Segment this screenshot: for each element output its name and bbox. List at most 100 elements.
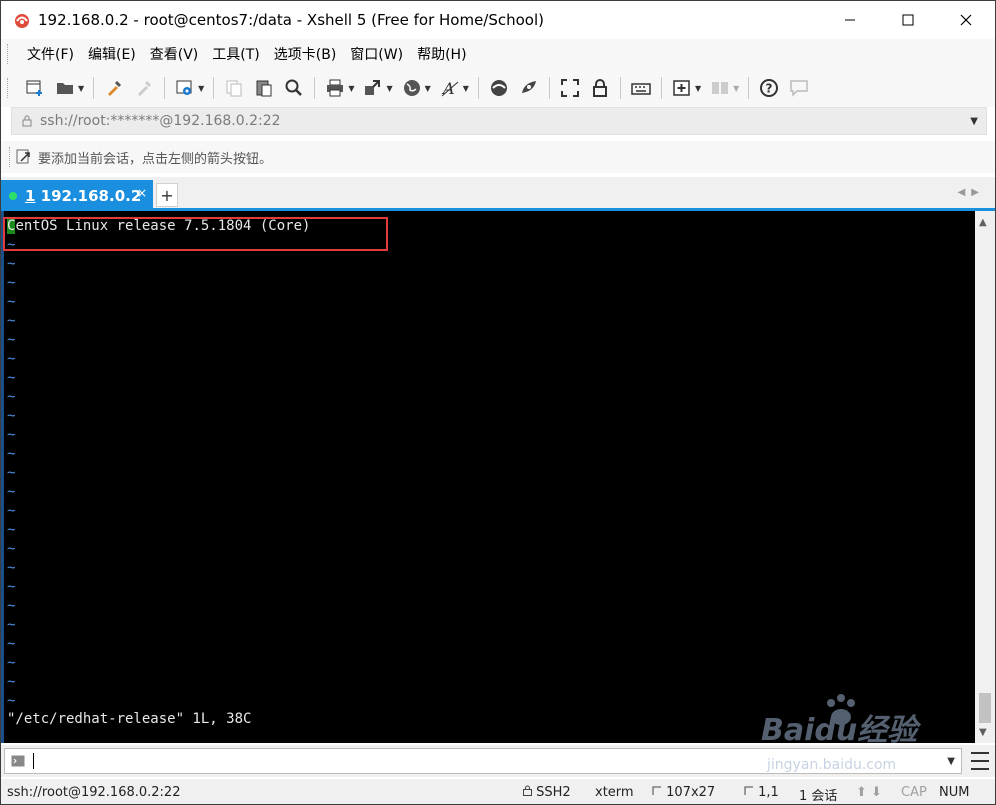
- xshell-window: 192.168.0.2 - root@centos7:/data - Xshel…: [0, 0, 996, 805]
- address-dropdown-icon[interactable]: ▼: [970, 116, 978, 127]
- status-term: xterm: [595, 785, 634, 800]
- font-dropdown-icon[interactable]: ▼: [463, 84, 469, 93]
- tab-label: 1 192.168.0.2: [25, 186, 142, 205]
- compose-caret: [33, 753, 34, 769]
- window-title: 192.168.0.2 - root@centos7:/data - Xshel…: [38, 11, 545, 29]
- tab-session-1[interactable]: 1 192.168.0.2 ×: [1, 180, 153, 211]
- maximize-button[interactable]: [879, 1, 937, 39]
- empty-line-tilde: ~: [7, 313, 16, 329]
- empty-line-tilde: ~: [7, 275, 16, 291]
- new-session-icon[interactable]: [22, 75, 48, 101]
- layout-icon[interactable]: [707, 75, 733, 101]
- close-button[interactable]: [937, 1, 995, 39]
- empty-line-tilde: ~: [7, 541, 16, 557]
- font-icon[interactable]: A: [437, 75, 463, 101]
- properties-icon[interactable]: [172, 75, 198, 101]
- compose-dropdown-icon[interactable]: ▼: [695, 84, 701, 93]
- address-bar[interactable]: ssh://root:*******@192.168.0.2:22 ▼: [11, 107, 987, 135]
- hint-bar: 要添加当前会话，点击左侧的箭头按钮。: [1, 141, 995, 173]
- terminal-status-line: "/etc/redhat-release" 1L, 38C: [7, 711, 252, 727]
- empty-line-tilde: ~: [7, 389, 16, 405]
- empty-line-tilde: ~: [7, 351, 16, 367]
- transfer-dropdown-icon[interactable]: ▼: [386, 84, 392, 93]
- find-icon[interactable]: [281, 75, 307, 101]
- hint-grip: [9, 147, 12, 167]
- compose-terminal-icon: [11, 755, 25, 767]
- status-size: 107x27: [652, 785, 715, 800]
- empty-line-tilde: ~: [7, 503, 16, 519]
- empty-line-tilde: ~: [7, 332, 16, 348]
- transfer-icon[interactable]: [360, 75, 386, 101]
- toolbar-separator: [164, 77, 166, 99]
- fullscreen-icon[interactable]: [557, 75, 583, 101]
- empty-line-tilde: ~: [7, 408, 16, 424]
- compose-add-icon[interactable]: [669, 75, 695, 101]
- copy-icon[interactable]: [221, 75, 247, 101]
- globe-icon[interactable]: [399, 75, 425, 101]
- menu-help[interactable]: 帮助(H): [410, 44, 473, 64]
- toolbar-separator: [660, 77, 662, 99]
- open-dropdown-icon[interactable]: ▼: [78, 84, 84, 93]
- empty-line-tilde: ~: [7, 598, 16, 614]
- empty-line-tilde: ~: [7, 370, 16, 386]
- menu-window[interactable]: 窗口(W): [343, 44, 410, 64]
- chat-icon[interactable]: [786, 75, 812, 101]
- compose-menu-icon[interactable]: [971, 752, 989, 770]
- empty-line-tilde: ~: [7, 617, 16, 633]
- print-dropdown-icon[interactable]: ▼: [348, 84, 354, 93]
- globe-dropdown-icon[interactable]: ▼: [425, 84, 431, 93]
- toolbar-separator: [477, 77, 479, 99]
- empty-line-tilde: ~: [7, 465, 16, 481]
- toolbar-separator: [748, 77, 750, 99]
- menu-tabs[interactable]: 选项卡(B): [267, 44, 344, 64]
- terminal-area[interactable]: CentOS Linux release 7.5.1804 (Core) ~ ~ ~…: [1, 211, 975, 743]
- lock-small-icon: [22, 115, 32, 127]
- keyboard-icon[interactable]: [628, 75, 654, 101]
- window-controls: [821, 1, 995, 39]
- tab-bar: 1 192.168.0.2 × + ◀▶: [1, 177, 995, 211]
- terminal-left-edge: [1, 211, 4, 743]
- toolbar: ▼ ▼ ▼ ▼ ▼ A ▼ ▼ ▼ ?: [1, 69, 995, 107]
- empty-line-tilde: ~: [7, 294, 16, 310]
- menu-tools[interactable]: 工具(T): [205, 44, 266, 64]
- paste-icon[interactable]: [251, 75, 277, 101]
- tab-nav-arrows[interactable]: ◀▶: [958, 187, 985, 198]
- scroll-down-icon[interactable]: ▼: [979, 727, 987, 738]
- status-protocol: SSH2: [523, 785, 571, 800]
- toolbar-separator: [93, 77, 95, 99]
- menu-file[interactable]: 文件(F): [20, 44, 81, 64]
- layout-dropdown-icon[interactable]: ▼: [733, 84, 739, 93]
- empty-line-tilde: ~: [7, 693, 16, 709]
- help-icon[interactable]: ?: [756, 75, 782, 101]
- scroll-thumb[interactable]: [979, 693, 991, 723]
- menu-bar: 文件(F) 编辑(E) 查看(V) 工具(T) 选项卡(B) 窗口(W) 帮助(…: [1, 39, 995, 69]
- scroll-up-icon[interactable]: ▲: [979, 217, 987, 228]
- open-folder-icon[interactable]: [52, 75, 78, 101]
- xmanager-icon[interactable]: [516, 75, 542, 101]
- menu-grip: [7, 44, 10, 64]
- watermark-main: Baidu经验: [761, 713, 918, 748]
- empty-line-tilde: ~: [7, 674, 16, 690]
- toolbar-separator: [548, 77, 550, 99]
- terminal-scrollbar[interactable]: ▲ ▼: [975, 211, 995, 743]
- reconnect-icon[interactable]: [101, 75, 127, 101]
- highlight-box: [3, 217, 388, 251]
- empty-line-tilde: ~: [7, 655, 16, 671]
- baidu-watermark: Baidu经验 jingyan.baidu.com: [761, 691, 961, 801]
- minimize-button[interactable]: [821, 1, 879, 39]
- disconnect-icon[interactable]: [131, 75, 157, 101]
- xftp-icon[interactable]: [486, 75, 512, 101]
- tab-close-icon[interactable]: ×: [137, 186, 147, 200]
- watermark-sub: jingyan.baidu.com: [767, 757, 897, 773]
- empty-line-tilde: ~: [7, 522, 16, 538]
- xshell-logo-icon[interactable]: [12, 10, 32, 30]
- print-icon[interactable]: [322, 75, 348, 101]
- menu-edit[interactable]: 编辑(E): [81, 44, 143, 64]
- empty-line-tilde: ~: [7, 256, 16, 272]
- hint-text: 要添加当前会话，点击左侧的箭头按钮。: [38, 151, 273, 167]
- new-tab-button[interactable]: +: [156, 183, 178, 207]
- add-session-arrow-icon[interactable]: [16, 149, 32, 165]
- lock-icon[interactable]: [587, 75, 613, 101]
- menu-view[interactable]: 查看(V): [143, 44, 206, 64]
- properties-dropdown-icon[interactable]: ▼: [198, 84, 204, 93]
